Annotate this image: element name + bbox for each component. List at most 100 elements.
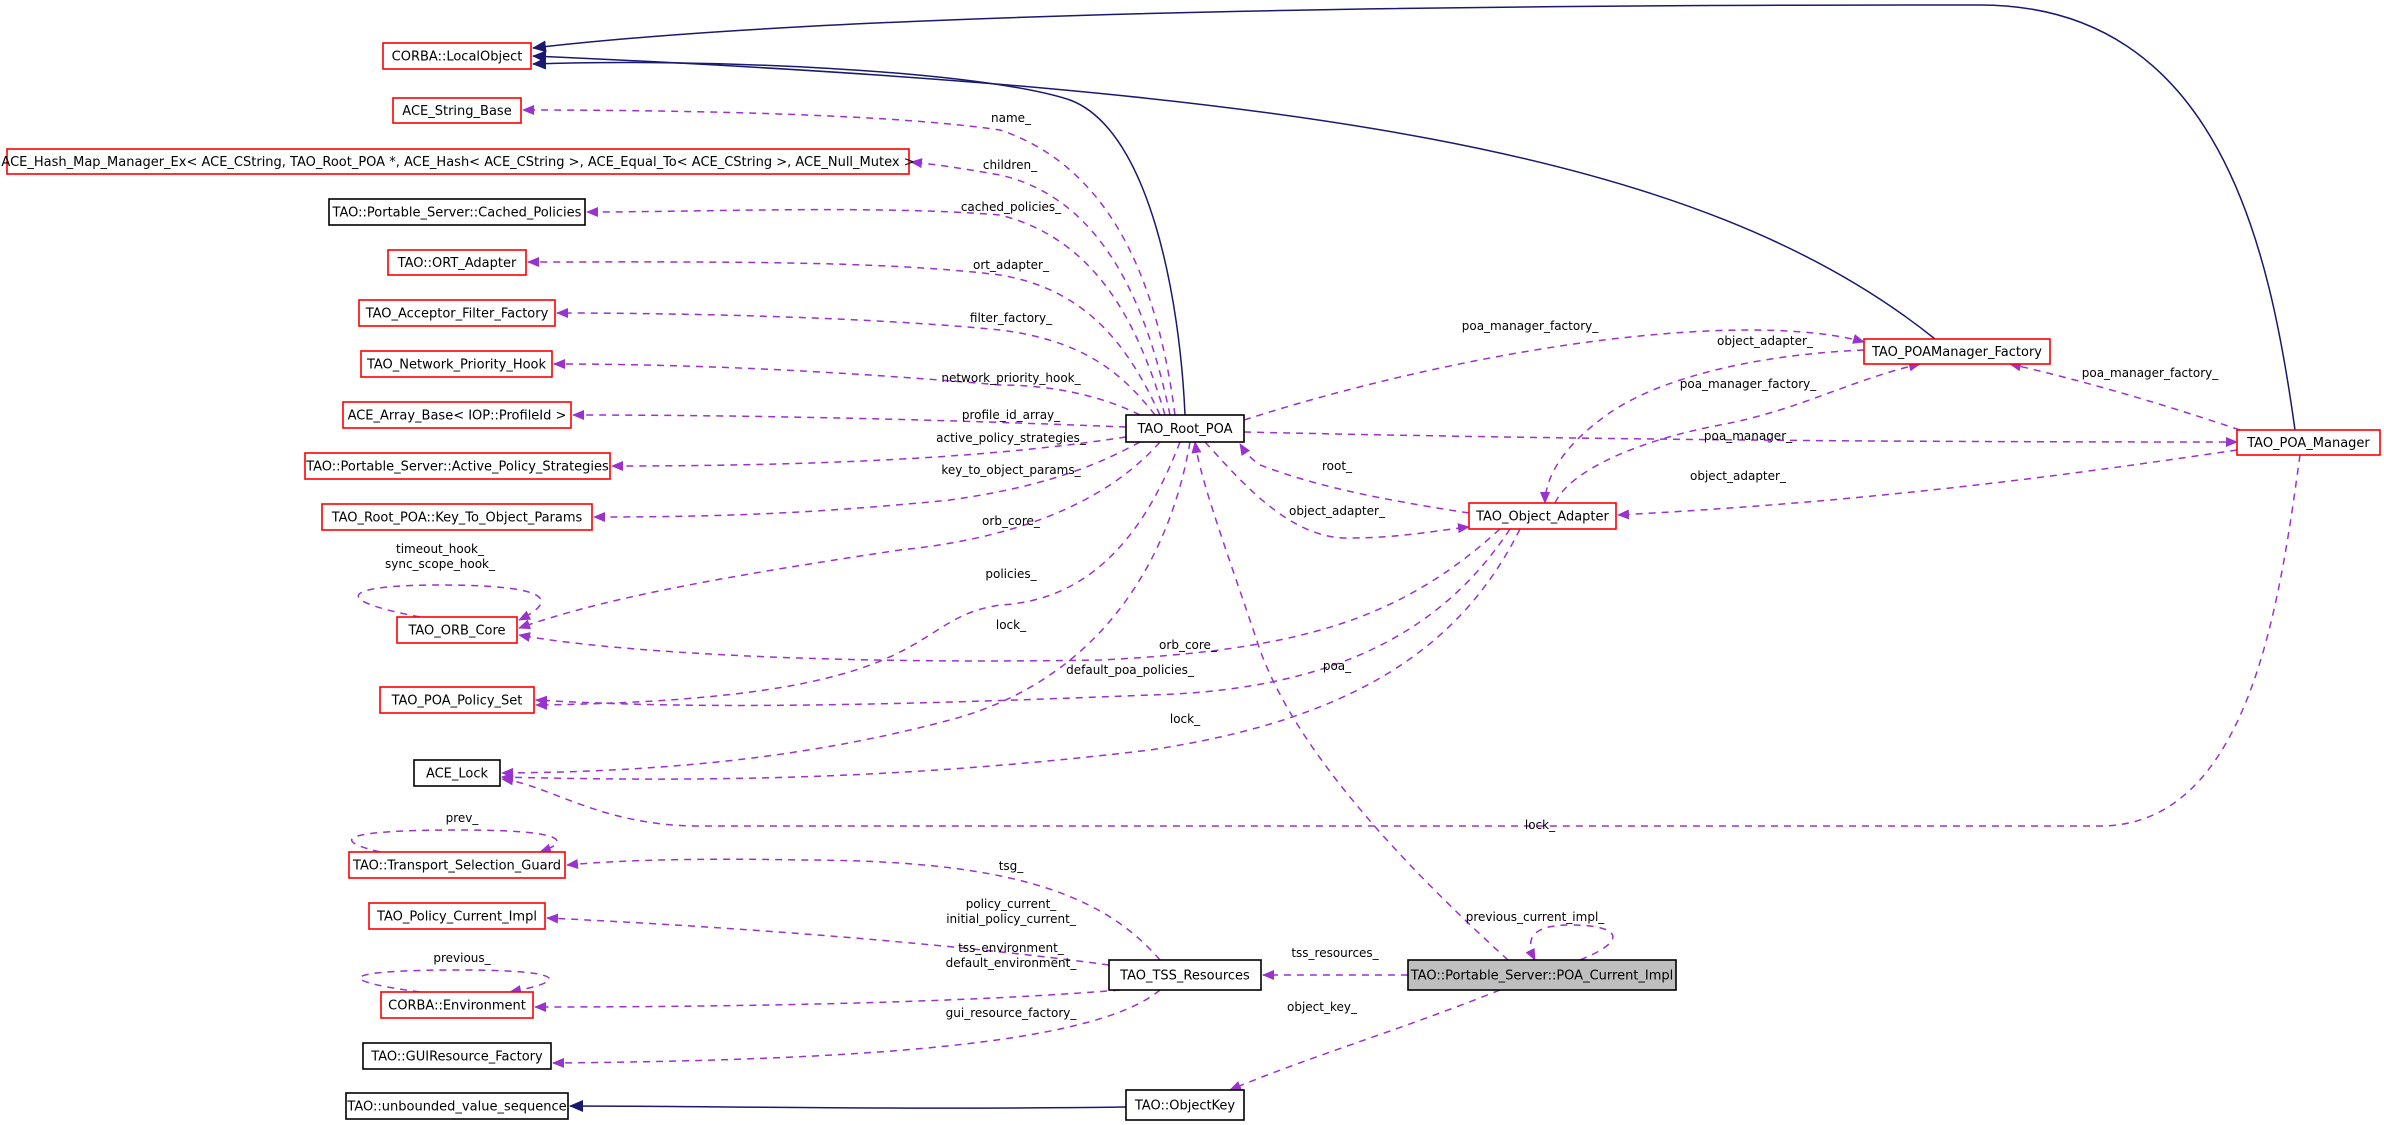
edge-label: ort_adapter_ (973, 258, 1050, 272)
class-name[interactable]: ACE_Hash_Map_Manager_Ex< ACE_CString, TA… (1, 155, 914, 170)
class-name[interactable]: TAO_Root_POA (1136, 422, 1232, 437)
inheritance-edge-root_poa-to-local_object (532, 57, 1186, 416)
edge-label: object_key_ (1287, 1000, 1358, 1014)
usage-edge-tsg-to-tsg (350, 829, 558, 854)
edge-label: gui_resource_factory_ (946, 1006, 1078, 1020)
class-name[interactable]: TAO::Portable_Server::Active_Policy_Stra… (305, 460, 609, 475)
edge-path (1239, 443, 1470, 514)
edge-path (532, 57, 1186, 416)
edge-label: poa_manager_ (1704, 429, 1793, 443)
edge-label: object_adapter_ (1289, 504, 1386, 518)
edge-path (1191, 441, 1509, 961)
class-name[interactable]: ACE_Lock (426, 767, 489, 782)
edge-path (357, 584, 542, 621)
edge-labels-layer: name_ children_ cached_policies_ ort_adapte… (385, 111, 2219, 1020)
class-node-policy-set[interactable]: TAO_POA_Policy_Set (379, 686, 535, 714)
class-node-cached-policies[interactable]: TAO::Portable_Server::Cached_Policies (328, 198, 586, 226)
inheritance-edge-object_key-to-unbounded_seq (569, 1100, 1127, 1113)
class-node-unbounded-seq[interactable]: TAO::unbounded_value_sequence (345, 1092, 569, 1120)
edge-label: poa_manager_factory_ (1462, 319, 1600, 333)
edge-path (532, 50, 1936, 340)
class-node-local-object[interactable]: CORBA::LocalObject (382, 42, 532, 70)
class-name[interactable]: TAO::Portable_Server::Cached_Policies (332, 206, 582, 221)
class-node-tsg[interactable]: TAO::Transport_Selection_Guard (348, 851, 566, 879)
class-node-poa-current-impl[interactable]: TAO::Portable_Server::POA_Current_Impl (1407, 959, 1677, 991)
edge-label: network_priority_hook_ (941, 371, 1081, 385)
inheritance-edge-poa_manager-to-local_object (532, 4, 2296, 431)
usage-edge-root_poa-to-key_to_object (593, 441, 1141, 522)
class-name[interactable]: ACE_String_Base (402, 104, 511, 119)
usage-edge-environment-to-environment (359, 969, 550, 995)
class-name[interactable]: TAO_Policy_Current_Impl (376, 910, 537, 925)
usage-edge-poa_manager-to-ace_lock (501, 454, 2301, 827)
edge-label: tss_environment_ default_environment_ (946, 941, 1078, 970)
edge-label: filter_factory_ (970, 311, 1053, 325)
class-node-object-key[interactable]: TAO::ObjectKey (1125, 1089, 1245, 1121)
class-node-root-poa[interactable]: TAO_Root_POA (1125, 414, 1245, 443)
edge-label: lock_ (996, 618, 1027, 632)
class-name[interactable]: TAO::Transport_Selection_Guard (352, 859, 561, 874)
edge-label: policy_current_ initial_policy_current_ (946, 897, 1077, 926)
class-node-poamanager-factory[interactable]: TAO_POAManager_Factory (1863, 338, 2051, 365)
class-name[interactable]: TAO::ObjectKey (1134, 1099, 1236, 1114)
class-node-policy-current[interactable]: TAO_Policy_Current_Impl (368, 902, 546, 930)
usage-edge-object_adapter-to-orb_core (518, 528, 1501, 662)
edge-label: object_adapter_ (1717, 334, 1814, 348)
class-node-active-policy[interactable]: TAO::Portable_Server::Active_Policy_Stra… (304, 452, 611, 480)
usage-edge-tss_resources-to-gui_factory (552, 989, 1161, 1068)
inheritance-edge-poamanager_factory-to-local_object (532, 50, 1936, 340)
edge-label: default_poa_policies_ (1066, 663, 1195, 677)
class-node-environment[interactable]: CORBA::Environment (380, 991, 534, 1019)
edge-label: poa_manager_factory_ (1680, 377, 1818, 391)
edge-path (1204, 441, 1470, 539)
class-name[interactable]: TAO::GUIResource_Factory (370, 1050, 543, 1065)
edge-path (556, 308, 1156, 416)
collaboration-diagram: name_ children_ cached_policies_ ort_adapte… (1, 4, 2381, 1121)
edge-label: poa_manager_factory_ (2082, 366, 2220, 380)
edge-label: prev_ (446, 811, 480, 825)
class-node-object-adapter[interactable]: TAO_Object_Adapter (1468, 502, 1617, 530)
class-node-gui-factory[interactable]: TAO::GUIResource_Factory (362, 1042, 552, 1070)
class-name[interactable]: TAO_TSS_Resources (1119, 969, 1250, 984)
edge-label: lock_ (1525, 818, 1556, 832)
edge-path (534, 989, 1121, 1012)
class-name[interactable]: TAO_Network_Priority_Hook (366, 358, 547, 373)
class-name[interactable]: CORBA::LocalObject (392, 50, 523, 65)
usage-edge-root_poa-to-ace_lock (501, 441, 1191, 778)
edge-label: orb_core_ (982, 514, 1041, 528)
class-name[interactable]: CORBA::Environment (388, 999, 526, 1014)
edge-label: name_ (991, 111, 1032, 125)
class-name[interactable]: TAO_POAManager_Factory (1871, 345, 2042, 360)
edge-label: tss_resources_ (1291, 946, 1379, 960)
class-node-network-priority[interactable]: TAO_Network_Priority_Hook (360, 350, 553, 378)
class-name[interactable]: TAO_Root_POA::Key_To_Object_Params (331, 511, 583, 526)
class-name[interactable]: TAO_POA_Policy_Set (391, 694, 523, 709)
usage-edge-root_poa-to-acceptor_filter (556, 308, 1156, 416)
class-node-acceptor-filter[interactable]: TAO_Acceptor_Filter_Factory (358, 299, 556, 327)
class-node-string-base[interactable]: ACE_String_Base (392, 97, 522, 124)
edge-path (501, 441, 1191, 778)
class-node-poa-manager[interactable]: TAO_POA_Manager (2236, 429, 2381, 456)
class-name[interactable]: TAO_ORB_Core (407, 624, 505, 639)
edge-label: cached_policies_ (961, 200, 1062, 214)
class-node-ace-lock[interactable]: ACE_Lock (413, 759, 501, 787)
class-node-tss-resources[interactable]: TAO_TSS_Resources (1108, 959, 1262, 991)
edge-label: previous_ (433, 951, 491, 965)
edge-path (1525, 924, 1614, 961)
class-name[interactable]: TAO::Portable_Server::POA_Current_Impl (1410, 969, 1674, 984)
class-name[interactable]: TAO::unbounded_value_sequence (346, 1100, 566, 1115)
edge-path (566, 858, 1161, 961)
class-name[interactable]: TAO_Acceptor_Filter_Factory (365, 307, 549, 322)
class-node-array-base[interactable]: ACE_Array_Base< IOP::ProfileId > (342, 401, 572, 429)
usage-edge-object_adapter-to-root_poa (1239, 443, 1470, 514)
edge-path (350, 829, 558, 854)
class-node-hash-map[interactable]: ACE_Hash_Map_Manager_Ex< ACE_CString, TA… (1, 148, 915, 175)
class-node-key-to-object[interactable]: TAO_Root_POA::Key_To_Object_Params (321, 503, 593, 531)
class-name[interactable]: TAO_POA_Manager (2246, 436, 2370, 451)
class-name[interactable]: TAO_Object_Adapter (1475, 510, 1609, 525)
nodes-layer: CORBA::LocalObjectACE_String_BaseACE_Has… (1, 42, 2381, 1121)
class-node-ort-adapter[interactable]: TAO::ORT_Adapter (387, 249, 527, 276)
class-node-orb-core[interactable]: TAO_ORB_Core (396, 616, 518, 644)
class-name[interactable]: TAO::ORT_Adapter (397, 256, 517, 271)
class-name[interactable]: ACE_Array_Base< IOP::ProfileId > (348, 409, 567, 424)
